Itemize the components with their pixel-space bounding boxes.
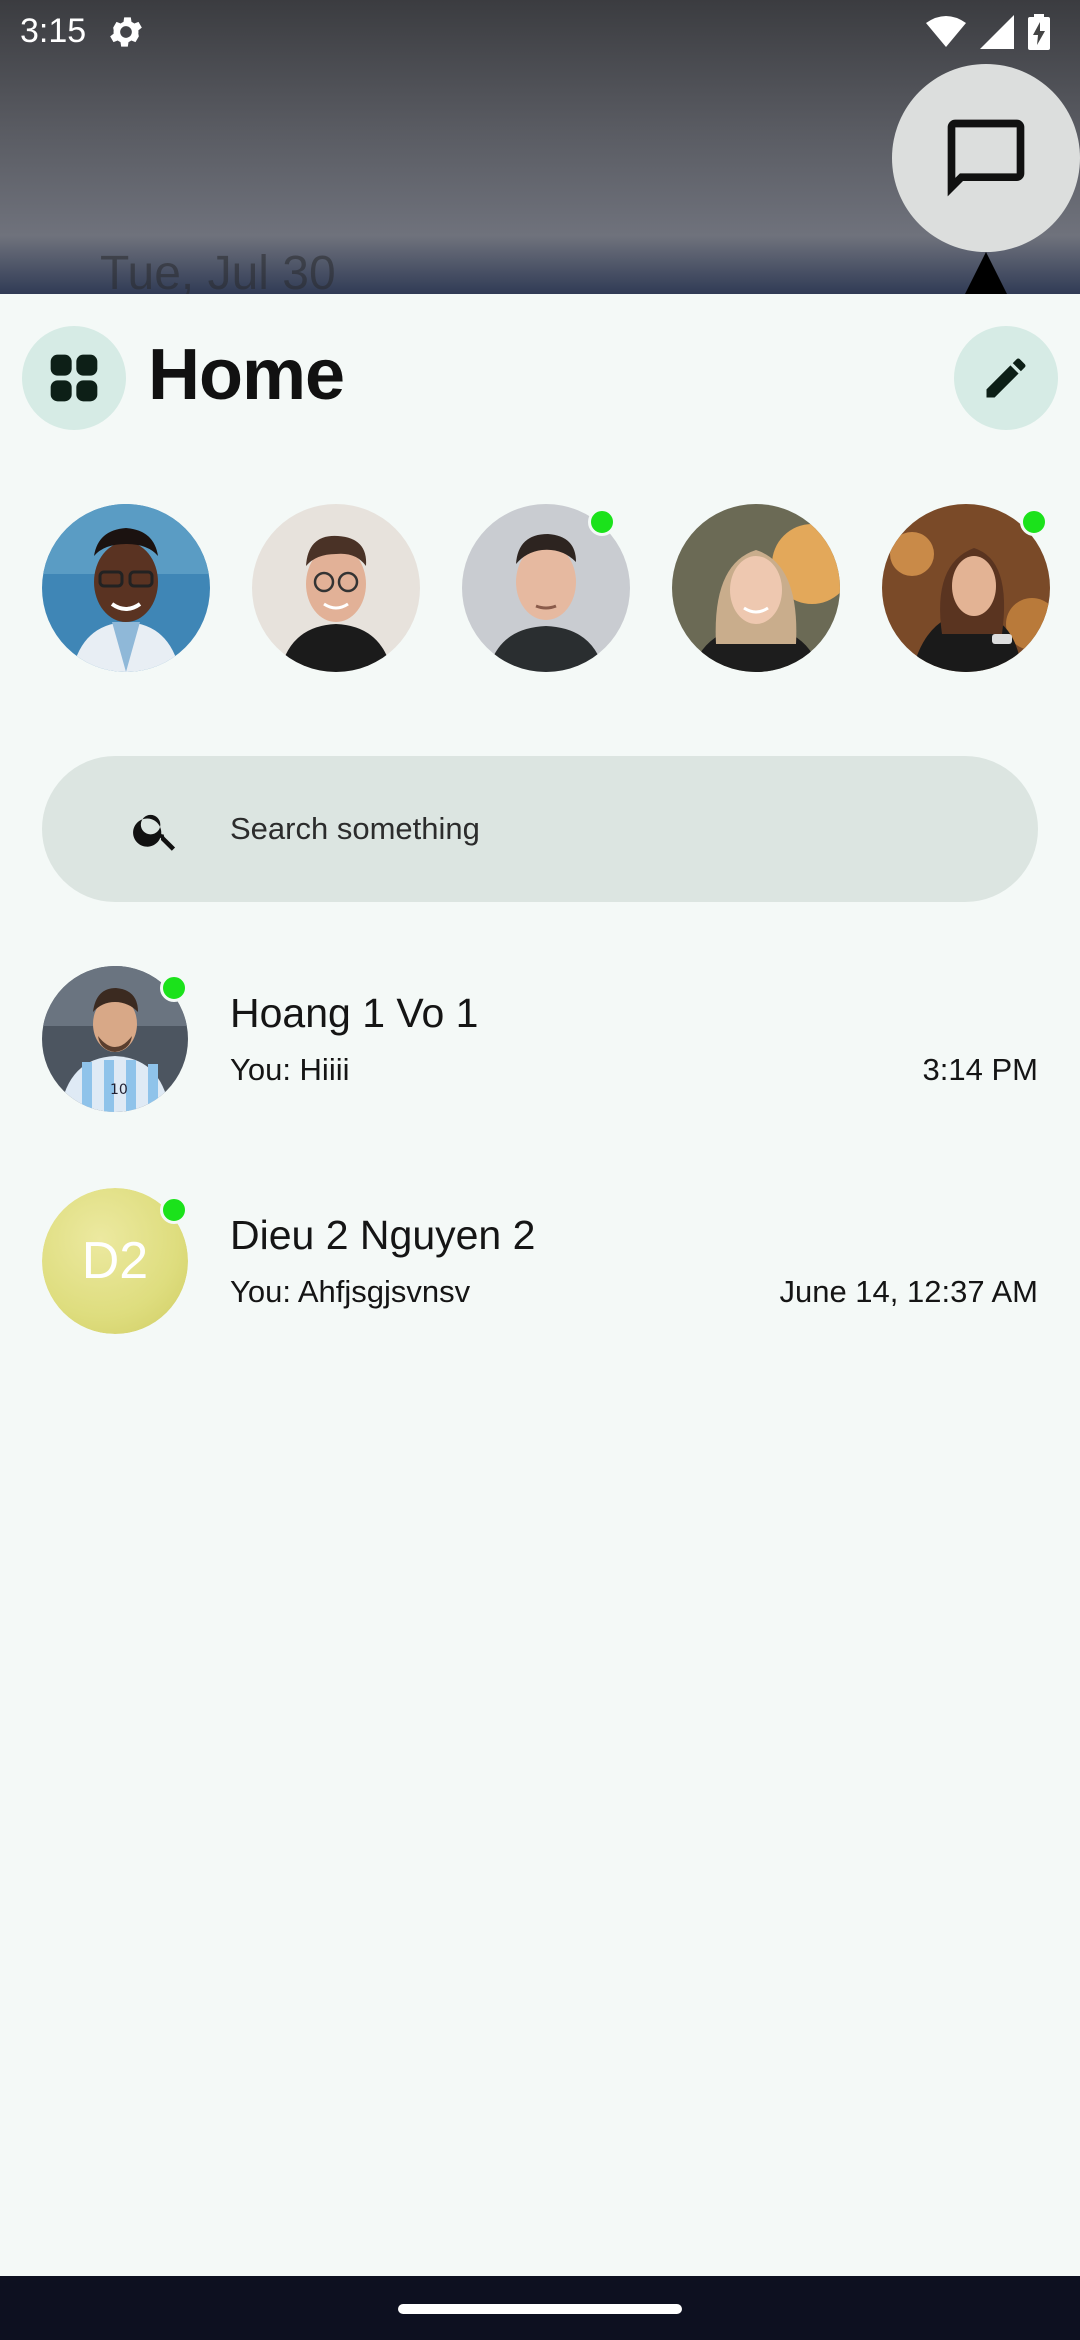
menu-button[interactable] [22,326,126,430]
chat-name: Hoang 1 Vo 1 [230,990,479,1036]
cell-signal-icon [980,15,1014,49]
grid-icon [50,354,98,402]
story-avatar-1[interactable] [42,504,210,672]
chat-bubble-button[interactable] [892,64,1080,252]
page-title: Home [148,335,345,415]
avatar [42,504,210,672]
search-icon [133,814,176,851]
svg-text:10: 10 [110,1082,128,1098]
story-avatar-4[interactable] [672,504,840,672]
bubble-pointer [965,252,1007,294]
wifi-icon [926,16,966,47]
story-avatar-3[interactable] [462,504,630,672]
avatar [672,504,840,672]
search-input[interactable] [230,756,990,902]
lockscreen-date: Tue, Jul 30 [100,247,336,300]
online-indicator [1020,508,1048,536]
settings-gear-icon [110,17,142,47]
status-bar: 3:15 [0,0,1080,64]
avatar [252,504,420,672]
pencil-icon [986,358,1026,398]
chat-preview: You: Ahfjsgjsvnsv [230,1274,471,1309]
chat-preview: You: Hiiii [230,1052,350,1087]
chat-name: Dieu 2 Nguyen 2 [230,1212,536,1258]
chat-list-item[interactable]: 10 Hoang 1 Vo 1 You: Hiiii 3:14 PM [0,966,1080,1116]
story-avatar-2[interactable] [252,504,420,672]
chat-list-item[interactable]: D2 Dieu 2 Nguyen 2 You: Ahfjsgjsvnsv Jun… [0,1188,1080,1338]
battery-charging-icon [1028,14,1050,50]
chat-time: 3:14 PM [922,1052,1038,1087]
stories-row [0,504,1080,676]
search-bar[interactable] [42,756,1038,902]
compose-button[interactable] [954,326,1058,430]
home-indicator[interactable] [398,2304,682,2314]
status-time: 3:15 [20,12,87,50]
message-icon [947,119,1025,197]
online-indicator [160,974,188,1002]
online-indicator [160,1196,188,1224]
main-panel: Home Search something 10 Hoang 1 Vo 1 Yo… [0,294,1080,2276]
header: Home [0,294,1080,464]
story-avatar-5[interactable] [882,504,1050,672]
online-indicator [588,508,616,536]
system-navigation-bar [0,2276,1080,2340]
chat-time: June 14, 12:37 AM [779,1274,1038,1309]
